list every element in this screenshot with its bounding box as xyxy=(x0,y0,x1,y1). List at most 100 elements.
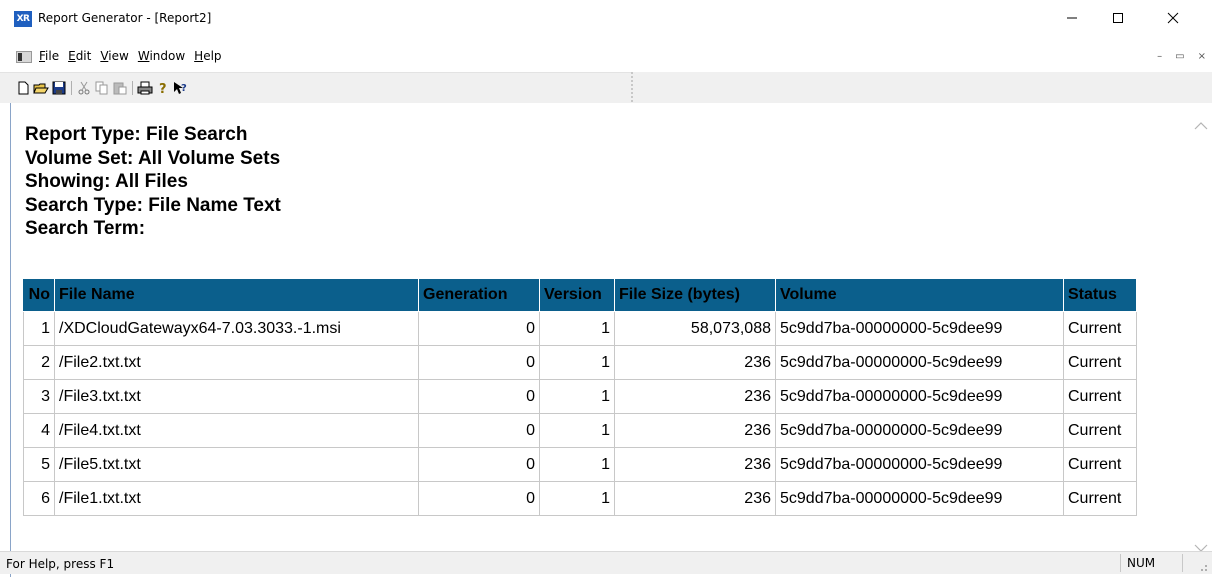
table-row: 2/File2.txt.txt 0 1 236 5c9dd7ba-00000000-5c… xyxy=(23,345,1137,380)
cell-file-name: /File1.txt.txt xyxy=(54,481,419,516)
column-header-version: Version xyxy=(539,278,615,312)
about-icon[interactable]: ? xyxy=(155,80,171,96)
table-row: 3/File3.txt.txt 0 1 236 5c9dd7ba-00000000-5c… xyxy=(23,379,1137,414)
cell-version: 1 xyxy=(539,447,615,482)
menu-file[interactable]: File xyxy=(39,49,59,63)
toolbar-empty-area xyxy=(631,72,1212,102)
report-type-line: Report Type: File Search xyxy=(25,124,248,145)
menu-view[interactable]: View xyxy=(100,49,128,63)
cell-version: 1 xyxy=(539,311,615,346)
save-icon[interactable] xyxy=(51,80,67,96)
maximize-icon xyxy=(1113,13,1123,23)
doc-minimize-icon[interactable]: – xyxy=(1157,51,1162,62)
cell-row-number: 5 xyxy=(23,447,55,482)
open-icon[interactable] xyxy=(33,80,49,96)
cell-version: 1 xyxy=(539,345,615,380)
cell-file-size: 236 xyxy=(614,345,776,380)
copy-icon[interactable] xyxy=(94,80,110,96)
cell-version: 1 xyxy=(539,413,615,448)
cell-volume: 5c9dd7ba-00000000-5c9dee99 xyxy=(775,413,1064,448)
table-row: 1/XDCloudGatewayx64-7.03.3033.-1.msi 0 1 58… xyxy=(23,311,1137,346)
cell-row-number: 6 xyxy=(23,481,55,516)
cell-status: Current xyxy=(1063,311,1137,346)
column-header-generation: Generation xyxy=(418,278,540,312)
volume-set-line: Volume Set: All Volume Sets xyxy=(25,147,281,169)
maximize-button[interactable] xyxy=(1095,0,1141,36)
showing-line: Showing: All Files xyxy=(25,171,188,192)
doc-restore-icon[interactable]: ▭ xyxy=(1175,51,1184,62)
cell-status: Current xyxy=(1063,379,1137,414)
document-window-icon[interactable] xyxy=(16,51,32,63)
cell-generation: 0 xyxy=(418,345,540,380)
cell-file-size: 58,073,088 xyxy=(614,311,776,346)
cell-row-number: 3 xyxy=(23,379,55,414)
cell-generation: 0 xyxy=(418,413,540,448)
column-header-volume: Volume xyxy=(775,278,1064,312)
cell-generation: 0 xyxy=(418,481,540,516)
table-row: 4/File4.txt.txt 0 1 236 5c9dd7ba-00000000-5c… xyxy=(23,413,1137,448)
resize-grip-icon[interactable] xyxy=(1196,560,1208,572)
menu-help[interactable]: Help xyxy=(194,49,221,63)
cell-generation: 0 xyxy=(418,379,540,414)
cut-icon[interactable] xyxy=(76,80,92,96)
context-help-icon[interactable]: ? xyxy=(173,80,189,96)
scroll-up-icon[interactable] xyxy=(1194,121,1208,131)
app-icon: XR xyxy=(14,11,32,27)
paste-icon[interactable] xyxy=(112,80,128,96)
document-window-controls: – ▭ × xyxy=(1157,51,1206,62)
cell-row-number: 2 xyxy=(23,345,55,380)
vertical-scrollbar[interactable] xyxy=(1190,103,1212,577)
column-header-status: Status xyxy=(1063,278,1137,312)
cell-file-size: 236 xyxy=(614,413,776,448)
close-button[interactable] xyxy=(1150,0,1196,36)
report-table: No File Name Generation Version File Siz… xyxy=(23,278,1137,516)
cell-file-size: 236 xyxy=(614,447,776,482)
cell-generation: 0 xyxy=(418,311,540,346)
search-type-line: Search Type: File Name Text xyxy=(25,194,281,216)
menu-items: File Edit View Window Help xyxy=(39,49,231,63)
cell-file-name: /File4.txt.txt xyxy=(54,413,419,448)
print-icon[interactable] xyxy=(137,80,153,96)
menu-edit[interactable]: Edit xyxy=(68,49,91,63)
column-header-file-name: File Name xyxy=(54,278,419,312)
cell-volume: 5c9dd7ba-00000000-5c9dee99 xyxy=(775,311,1064,346)
minimize-button[interactable] xyxy=(1049,0,1095,36)
num-lock-indicator: NUM xyxy=(1120,554,1183,572)
cell-volume: 5c9dd7ba-00000000-5c9dee99 xyxy=(775,447,1064,482)
cell-row-number: 4 xyxy=(23,413,55,448)
cell-file-name: /File3.txt.txt xyxy=(54,379,419,414)
column-header-no: No xyxy=(23,278,55,312)
close-icon xyxy=(1167,12,1179,24)
cell-status: Current xyxy=(1063,413,1137,448)
menu-bar: File Edit View Window Help – ▭ × xyxy=(0,44,1212,68)
report-header: Report Type: File Search Volume Set: All… xyxy=(25,123,281,241)
cell-version: 1 xyxy=(539,379,615,414)
svg-text:?: ? xyxy=(181,83,187,94)
table-header-row: No File Name Generation Version File Siz… xyxy=(23,278,1137,312)
column-header-file-size: File Size (bytes) xyxy=(614,278,776,312)
menu-window[interactable]: Window xyxy=(138,49,185,63)
search-term-line: Search Term: xyxy=(25,218,146,239)
cell-volume: 5c9dd7ba-00000000-5c9dee99 xyxy=(775,379,1064,414)
cell-status: Current xyxy=(1063,447,1137,482)
toolbar-separator xyxy=(71,81,72,95)
status-help-text: For Help, press F1 xyxy=(6,557,115,571)
cell-file-name: /XDCloudGatewayx64-7.03.3033.-1.msi xyxy=(54,311,419,346)
cell-volume: 5c9dd7ba-00000000-5c9dee99 xyxy=(775,481,1064,516)
cell-generation: 0 xyxy=(418,447,540,482)
status-bar: For Help, press F1 NUM xyxy=(0,551,1212,574)
cell-version: 1 xyxy=(539,481,615,516)
cell-row-number: 1 xyxy=(23,311,55,346)
doc-close-icon[interactable]: × xyxy=(1198,51,1206,62)
cell-file-size: 236 xyxy=(614,481,776,516)
cell-file-size: 236 xyxy=(614,379,776,414)
toolbar-separator xyxy=(132,81,133,95)
title-bar: XR Report Generator - [Report2] xyxy=(0,0,1212,38)
minimize-icon xyxy=(1067,17,1077,19)
cell-status: Current xyxy=(1063,481,1137,516)
table-row: 6/File1.txt.txt 0 1 236 5c9dd7ba-00000000-5c… xyxy=(23,481,1137,516)
cell-status: Current xyxy=(1063,345,1137,380)
cell-volume: 5c9dd7ba-00000000-5c9dee99 xyxy=(775,345,1064,380)
new-icon[interactable] xyxy=(15,80,31,96)
cell-file-name: /File2.txt.txt xyxy=(54,345,419,380)
